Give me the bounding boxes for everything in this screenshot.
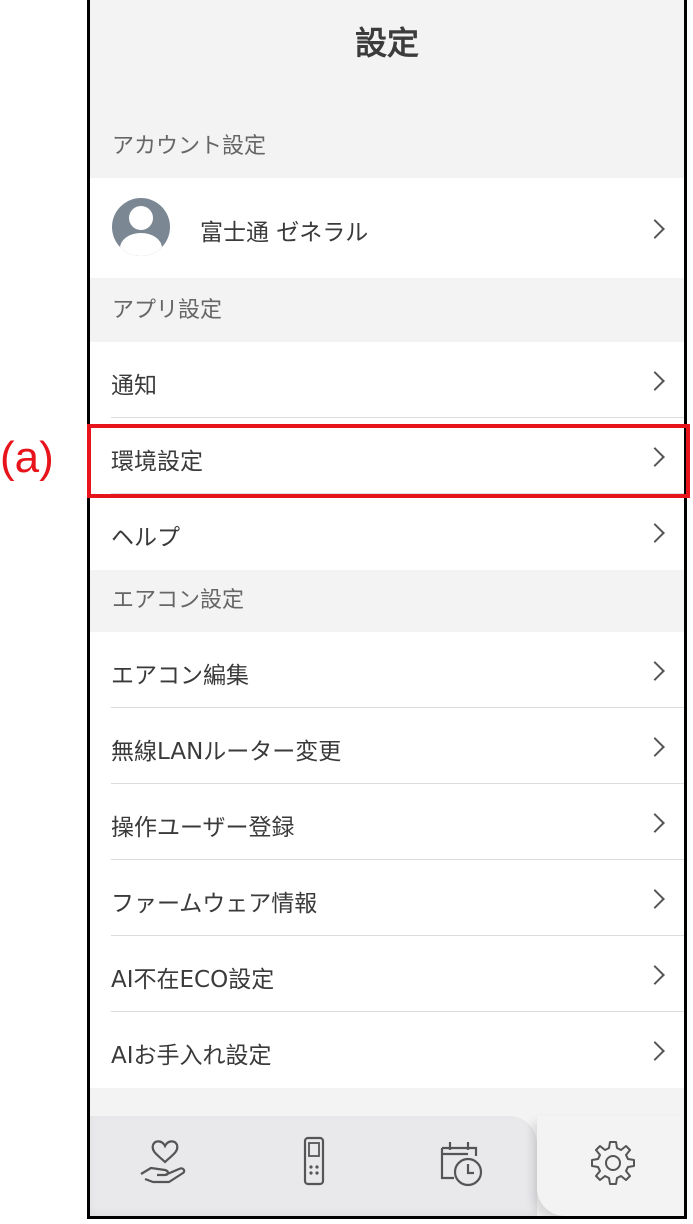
chevron-right-icon (645, 371, 665, 391)
tab-settings[interactable] (583, 1132, 643, 1192)
section-label: エアコン設定 (112, 588, 245, 613)
list-item-label: AI不在ECO設定 (111, 967, 275, 993)
header: 設定 (90, 0, 684, 108)
hand-heart-icon (140, 1140, 186, 1184)
list-item-aircon-edit[interactable]: エアコン編集 (90, 632, 684, 708)
page-title: 設定 (354, 24, 419, 62)
tab-bar (90, 1116, 684, 1216)
chevron-right-icon (645, 965, 665, 985)
list-item-notifications[interactable]: 通知 (90, 342, 684, 418)
list-item-label: 通知 (111, 373, 157, 399)
list-item-firmware-info[interactable]: ファームウェア情報 (90, 860, 684, 936)
tab-schedule[interactable] (432, 1132, 492, 1192)
chevron-right-icon (645, 737, 665, 757)
avatar (112, 198, 170, 256)
list-item-label: ヘルプ (111, 525, 180, 551)
list-item-user-registration[interactable]: 操作ユーザー登録 (90, 784, 684, 860)
annotation-label: (a) (0, 433, 54, 482)
account-name: 富士通 ゼネラル (200, 220, 369, 246)
chevron-right-icon (645, 219, 665, 239)
remote-control-icon (303, 1136, 325, 1186)
chevron-right-icon (645, 813, 665, 833)
chevron-right-icon (645, 523, 665, 543)
section-label: アプリ設定 (112, 298, 223, 323)
chevron-right-icon (645, 889, 665, 909)
highlight-frame (87, 424, 690, 498)
section-app-header: アプリ設定 (90, 278, 684, 342)
list-item-label: ファームウェア情報 (111, 891, 318, 917)
list-item-label: AIお手入れ設定 (111, 1043, 272, 1069)
settings-screen: 設定 アカウント設定 富士通 ゼネラル アプリ設定 通知 環境設定 ヘルプ エア… (87, 0, 687, 1219)
list-item-ai-eco[interactable]: AI不在ECO設定 (90, 936, 684, 1012)
list-item-ai-cleaning[interactable]: AIお手入れ設定 (90, 1012, 684, 1088)
list-item-label: エアコン編集 (111, 663, 249, 689)
tab-home[interactable] (135, 1132, 195, 1192)
account-row[interactable]: 富士通 ゼネラル (90, 178, 684, 278)
list-item-label: 無線LANルーター変更 (111, 739, 342, 765)
gear-icon (591, 1141, 635, 1185)
list-item-label: 操作ユーザー登録 (111, 815, 295, 841)
tab-remote[interactable] (284, 1132, 344, 1192)
section-label: アカウント設定 (112, 134, 267, 159)
list-item-router-change[interactable]: 無線LANルーター変更 (90, 708, 684, 784)
calendar-clock-icon (440, 1142, 483, 1187)
chevron-right-icon (645, 1041, 665, 1061)
chevron-right-icon (645, 661, 665, 681)
list-item-help[interactable]: ヘルプ (90, 494, 684, 570)
section-aircon-header: エアコン設定 (90, 570, 684, 632)
section-account-header: アカウント設定 (90, 108, 684, 178)
